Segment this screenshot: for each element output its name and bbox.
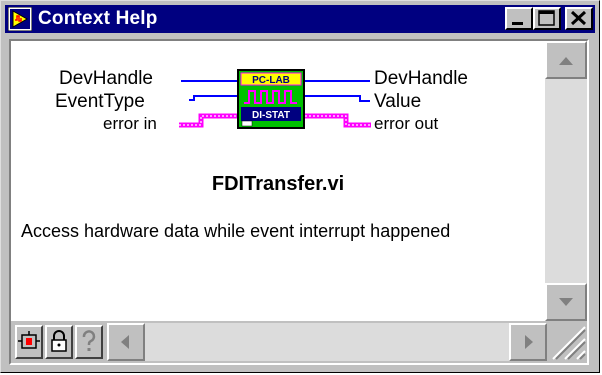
vertical-scrollbar[interactable] [545,41,587,321]
scroll-down-button[interactable] [545,283,587,321]
scroll-right-button[interactable] [509,323,547,361]
horizontal-scrollbar[interactable] [107,323,547,361]
wire-error-in [179,113,238,128]
help-question-icon [82,330,96,351]
scroll-left-button[interactable] [107,323,145,361]
labview-app-icon [8,7,32,31]
show-block-diagram-button[interactable] [15,325,43,359]
arrow-down-icon [559,298,573,306]
wire-error-out [305,113,371,128]
maximize-button[interactable] [533,7,561,30]
close-button[interactable] [565,7,593,30]
lock-icon [51,330,67,352]
minimize-icon [512,22,523,25]
resize-grip-icon[interactable] [547,321,587,363]
vi-icon-top-label: PC-LAB [252,75,290,86]
vi-name: FDITransfer.vi [211,173,345,195]
context-help-window: Context Help DevHandle EventType error i… [0,0,600,373]
vi-icon-bottom-label: DI-STAT [252,110,290,121]
vi-description: Access hardware data while event interru… [21,221,451,241]
connector-pane-diagram: PC-LAB DI-STAT [179,69,371,129]
arrow-up-icon [559,57,573,65]
maximize-icon [538,10,555,26]
help-content: DevHandle EventType error in DevHandle V… [11,41,545,321]
lock-button[interactable] [45,325,73,359]
minimize-button[interactable] [505,7,533,30]
arrow-left-icon [121,335,129,349]
bottom-toolbar [11,321,587,363]
help-client-area: DevHandle EventType error in DevHandle V… [9,39,589,365]
title-bar[interactable]: Context Help [5,5,595,33]
window-title: Context Help [38,8,158,29]
online-help-button[interactable] [75,325,103,359]
wire-value [305,95,370,102]
arrow-right-icon [525,335,533,349]
wire-eventtype [189,95,238,101]
block-diagram-icon [18,331,40,349]
scroll-up-button[interactable] [545,41,587,79]
close-icon [570,10,587,26]
vi-icon: PC-LAB DI-STAT [237,69,305,129]
